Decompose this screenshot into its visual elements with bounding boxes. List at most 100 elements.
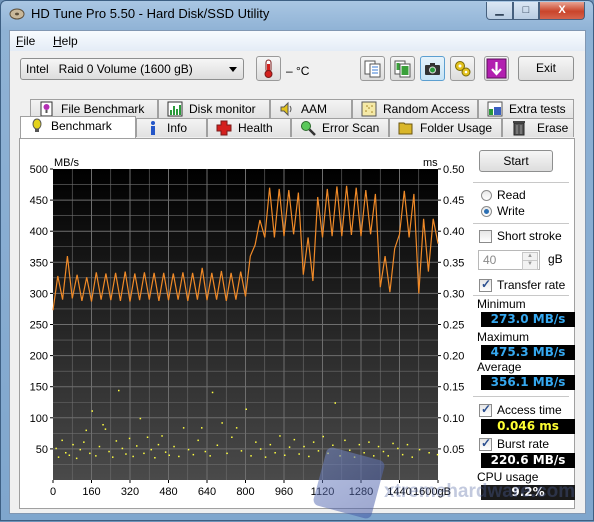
- access-time-point: [197, 439, 199, 442]
- access-time-point: [83, 441, 85, 443]
- burst-rate-value: 220.6 MB/s: [481, 453, 575, 468]
- x-tick-label: 480: [159, 486, 177, 498]
- read-radio[interactable]: [481, 190, 492, 201]
- y2-tick-label: 0.30: [443, 288, 464, 300]
- write-radio[interactable]: [481, 206, 492, 217]
- access-time-point: [288, 446, 291, 448]
- grid-lines: [53, 169, 438, 480]
- access-time-point: [187, 448, 190, 451]
- x-tick-label: 0: [50, 486, 56, 498]
- access-time-point: [72, 443, 74, 446]
- access-time-point: [259, 448, 262, 450]
- short-stroke-checkbox[interactable]: [479, 230, 492, 243]
- y-tick-label: 250: [30, 320, 48, 332]
- access-time-point: [322, 435, 324, 438]
- access-time-point: [98, 445, 101, 448]
- access-time-point: [308, 455, 310, 458]
- y-tick-label: 500: [30, 164, 48, 176]
- y2-tick-label: 0.10: [443, 413, 464, 425]
- access-time-point: [312, 441, 315, 443]
- access-time-point: [358, 443, 361, 446]
- access-time-point: [250, 455, 252, 457]
- access-time-point: [284, 454, 286, 456]
- access-time-point: [298, 453, 300, 455]
- read-label: Read: [497, 188, 526, 202]
- access-time-point: [216, 444, 219, 446]
- y-tick-label: 400: [30, 226, 48, 238]
- access-time-point: [150, 448, 152, 451]
- access-time-point: [274, 452, 276, 454]
- x-tick-label: 160: [82, 486, 100, 498]
- maximum-label: Maximum: [477, 330, 530, 344]
- access-time-point: [192, 453, 195, 456]
- bulb-icon: [32, 118, 42, 132]
- average-label: Average: [477, 360, 522, 374]
- access-time-point: [75, 457, 78, 460]
- divider: [473, 223, 569, 225]
- access-time-point: [146, 436, 149, 438]
- access-time-point: [209, 455, 211, 457]
- y-tick-label: 50: [36, 444, 48, 456]
- access-time-point: [382, 450, 385, 453]
- short-stroke-stepper[interactable]: 40 ▲ ▼: [478, 250, 540, 270]
- maximum-value: 475.3 MB/s: [481, 345, 575, 360]
- access-time-point: [57, 456, 60, 458]
- access-time-value: 0.046 ms: [481, 419, 575, 434]
- access-time-label: Access time: [497, 403, 562, 417]
- access-time-point: [178, 455, 180, 458]
- access-time-point: [104, 428, 107, 430]
- y-tick-label: 350: [30, 257, 48, 269]
- app-window: HD Tune Pro 5.50 - Hard Disk/SSD Utility…: [0, 0, 594, 521]
- access-time-point: [363, 452, 365, 454]
- access-time-point: [168, 454, 170, 456]
- access-time-point: [128, 437, 131, 440]
- access-time-point: [344, 439, 346, 442]
- write-label: Write: [497, 204, 525, 218]
- access-time-point: [221, 422, 223, 424]
- access-time-point: [112, 456, 114, 458]
- access-time-point: [79, 448, 81, 451]
- access-time-point: [161, 435, 163, 437]
- average-value: 356.1 MB/s: [481, 375, 575, 390]
- benchmark-options: Start Read Write Short stroke 40 ▲ ▼ gB …: [471, 138, 581, 508]
- access-time-point: [61, 439, 63, 442]
- access-time-point: [332, 444, 334, 446]
- minimum-value: 273.0 MB/s: [481, 312, 575, 327]
- start-button[interactable]: Start: [479, 150, 553, 172]
- access-time-point: [387, 455, 389, 457]
- x-tick-label: 800: [236, 486, 254, 498]
- burst-rate-label: Burst rate: [497, 437, 550, 451]
- access-time-point: [164, 451, 167, 453]
- access-time-point: [132, 455, 134, 458]
- y-tick-label: 200: [30, 351, 48, 363]
- y2-tick-label: 0.40: [443, 226, 464, 238]
- y2-tick-label: 0.15: [443, 382, 464, 394]
- x-tick-label: 320: [121, 486, 139, 498]
- access-time-point: [303, 445, 305, 448]
- access-time-point: [95, 455, 97, 457]
- y-tick-label: 300: [30, 288, 48, 300]
- access-time-point: [368, 441, 370, 443]
- access-time-point: [293, 438, 296, 441]
- y-axis-ticks: 500 450 400 350 300 250 200 150 100 50: [30, 164, 53, 456]
- tab-benchmark[interactable]: Benchmark: [20, 116, 136, 138]
- access-time-point: [157, 443, 160, 446]
- stepper-down-icon[interactable]: ▼: [522, 260, 538, 270]
- access-time-point: [55, 447, 57, 450]
- access-time-point: [139, 417, 142, 420]
- access-time-point: [401, 453, 404, 456]
- access-time-checkbox[interactable]: [479, 402, 492, 417]
- y-tick-label: 450: [30, 195, 48, 207]
- transfer-rate-checkbox[interactable]: [479, 277, 492, 292]
- access-time-point: [392, 442, 394, 445]
- access-time-point: [406, 443, 409, 446]
- access-time-point: [154, 457, 156, 459]
- access-time-point: [436, 453, 439, 456]
- access-time-point: [121, 447, 124, 450]
- access-time-point: [136, 445, 138, 447]
- access-time-point: [173, 445, 175, 448]
- tab-label: Benchmark: [51, 119, 112, 133]
- access-time-point: [397, 447, 399, 450]
- burst-rate-checkbox[interactable]: [479, 436, 492, 451]
- access-time-point: [428, 452, 430, 454]
